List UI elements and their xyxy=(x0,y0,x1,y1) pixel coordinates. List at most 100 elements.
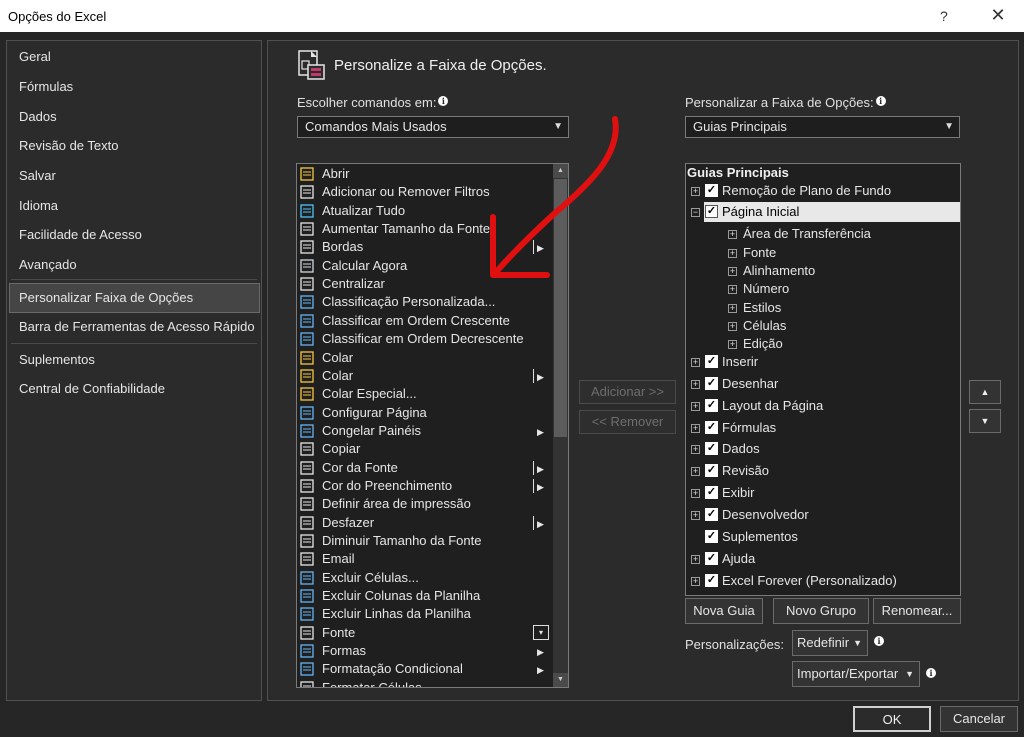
command-item[interactable]: Formas ▶ xyxy=(297,642,553,660)
checkbox[interactable]: ✓ xyxy=(705,552,718,565)
remove-button[interactable]: << Remover xyxy=(579,410,676,434)
ribbon-group-item[interactable]: + Fonte xyxy=(686,243,958,263)
command-item[interactable]: Formatação Condicional ▶ xyxy=(297,660,553,678)
command-item[interactable]: Classificar em Ordem Crescente xyxy=(297,312,553,330)
nav-item-barra-acesso-rapido[interactable]: Barra de Ferramentas de Acesso Rápido xyxy=(7,313,261,341)
expand-icon[interactable]: + xyxy=(691,380,700,389)
checkbox[interactable]: ✓ xyxy=(705,421,718,434)
command-item[interactable]: Excluir Linhas da Planilha xyxy=(297,605,553,623)
new-group-button[interactable]: Novo Grupo xyxy=(773,598,869,624)
expand-icon[interactable]: + xyxy=(691,424,700,433)
ribbon-tab-item[interactable]: + ✓ Revisão xyxy=(686,461,958,481)
command-item[interactable]: Definir área de impressão xyxy=(297,495,553,513)
ribbon-group-item[interactable]: + Número xyxy=(686,279,958,299)
command-item[interactable]: Configurar Página xyxy=(297,404,553,422)
ribbon-tab-item[interactable]: + ✓ Inserir xyxy=(686,352,958,372)
expand-icon[interactable]: + xyxy=(691,511,700,520)
ok-button[interactable]: OK xyxy=(853,706,931,732)
command-item[interactable]: Colar Especial... xyxy=(297,385,553,403)
nav-item-avancado[interactable]: Avançado xyxy=(7,251,261,279)
checkbox[interactable]: ✓ xyxy=(705,442,718,455)
ribbon-tab-item[interactable]: + ✓ Desenvolvedor xyxy=(686,505,958,525)
command-item[interactable]: Cor do Preenchimento ▶ xyxy=(297,477,553,495)
expand-icon[interactable]: + xyxy=(691,402,700,411)
ribbon-tab-item[interactable]: − ✓ Página Inicial xyxy=(691,202,960,222)
ribbon-group-item[interactable]: + Células xyxy=(686,316,958,336)
ribbon-tab-item[interactable]: + ✓ Exibir xyxy=(686,483,958,503)
expand-icon[interactable]: + xyxy=(691,187,700,196)
help-button[interactable]: ? xyxy=(940,8,948,24)
add-button[interactable]: Adicionar >> xyxy=(579,380,676,404)
command-item[interactable]: Copiar xyxy=(297,440,553,458)
expand-icon[interactable]: + xyxy=(728,304,737,313)
expand-icon[interactable]: + xyxy=(728,285,737,294)
expand-icon[interactable]: + xyxy=(728,249,737,258)
command-item[interactable]: Excluir Colunas da Planilha xyxy=(297,587,553,605)
command-item[interactable]: Colar xyxy=(297,349,553,367)
checkbox[interactable]: ✓ xyxy=(705,355,718,368)
import-export-dropdown[interactable]: Importar/Exportar ▼ xyxy=(792,661,920,687)
command-item[interactable]: Email xyxy=(297,550,553,568)
ribbon-group-item[interactable]: + Edição xyxy=(686,334,958,354)
nav-item-idioma[interactable]: Idioma xyxy=(7,192,261,220)
reset-dropdown[interactable]: Redefinir ▼ xyxy=(792,630,868,656)
command-item[interactable]: Congelar Painéis ▶ xyxy=(297,422,553,440)
ribbon-tab-item[interactable]: + ✓ Ajuda xyxy=(686,549,958,569)
nav-item-revisao-texto[interactable]: Revisão de Texto xyxy=(7,132,261,160)
nav-item-suplementos[interactable]: Suplementos xyxy=(7,346,261,374)
ribbon-group-item[interactable]: + Alinhamento xyxy=(686,261,958,281)
command-item[interactable]: Cor da Fonte ▶ xyxy=(297,459,553,477)
ribbon-tab-item[interactable]: + ✓ Dados xyxy=(686,439,958,459)
customize-ribbon-select[interactable]: Guias Principais ▼ xyxy=(685,116,960,138)
checkbox[interactable]: ✓ xyxy=(705,574,718,587)
new-tab-button[interactable]: Nova Guia xyxy=(685,598,763,624)
nav-item-central-confiabilidade[interactable]: Central de Confiabilidade xyxy=(7,375,261,403)
expand-icon[interactable]: + xyxy=(691,555,700,564)
move-down-button[interactable]: ▼ xyxy=(969,409,1001,433)
expand-icon[interactable]: + xyxy=(691,445,700,454)
checkbox[interactable]: ✓ xyxy=(705,530,718,543)
ribbon-tab-item[interactable]: + ✓ Desenhar xyxy=(686,374,958,394)
close-button[interactable]: ✕ xyxy=(988,5,1008,26)
checkbox[interactable]: ✓ xyxy=(705,464,718,477)
checkbox[interactable]: ✓ xyxy=(705,205,718,218)
command-item[interactable]: Excluir Células... xyxy=(297,569,553,587)
checkbox[interactable]: ✓ xyxy=(705,377,718,390)
collapse-icon[interactable]: − xyxy=(691,208,700,217)
expand-icon[interactable]: + xyxy=(728,267,737,276)
command-item[interactable]: Fonte ▾ xyxy=(297,624,553,642)
expand-icon[interactable]: + xyxy=(728,340,737,349)
ribbon-group-item[interactable]: + Estilos xyxy=(686,298,958,318)
command-item[interactable]: Classificar em Ordem Decrescente xyxy=(297,330,553,348)
checkbox[interactable]: ✓ xyxy=(705,399,718,412)
ribbon-tab-item[interactable]: + ✓ Fórmulas xyxy=(686,418,958,438)
nav-item-personalizar-faixa[interactable]: Personalizar Faixa de Opções xyxy=(9,283,260,313)
ribbon-group-item[interactable]: + Área de Transferência xyxy=(686,224,958,244)
scroll-down-icon[interactable]: ▼ xyxy=(553,673,568,687)
expand-icon[interactable]: + xyxy=(691,577,700,586)
expand-icon[interactable]: + xyxy=(691,489,700,498)
command-item[interactable]: Classificação Personalizada... xyxy=(297,293,553,311)
nav-item-salvar[interactable]: Salvar xyxy=(7,162,261,190)
rename-button[interactable]: Renomear... xyxy=(873,598,961,624)
expand-icon[interactable]: + xyxy=(691,358,700,367)
command-item[interactable]: Colar ▶ xyxy=(297,367,553,385)
ribbon-tab-item[interactable]: + ✓ Layout da Página xyxy=(686,396,958,416)
move-up-button[interactable]: ▲ xyxy=(969,380,1001,404)
checkbox[interactable]: ✓ xyxy=(705,508,718,521)
checkbox[interactable]: ✓ xyxy=(705,184,718,197)
checkbox[interactable]: ✓ xyxy=(705,486,718,499)
ribbon-tab-item[interactable]: + ✓ Remoção de Plano de Fundo xyxy=(686,181,958,201)
ribbon-tab-item[interactable]: ✓ Suplementos xyxy=(686,527,958,547)
command-item[interactable]: Formatar Células xyxy=(297,679,553,687)
ribbon-tabs-tree[interactable]: Guias Principais + ✓ Remoção de Plano de F… xyxy=(685,163,961,596)
nav-item-geral[interactable]: Geral xyxy=(7,43,261,71)
expand-icon[interactable]: + xyxy=(728,322,737,331)
expand-icon[interactable]: + xyxy=(691,467,700,476)
nav-item-facilidade-acesso[interactable]: Facilidade de Acesso xyxy=(7,221,261,249)
nav-item-dados[interactable]: Dados xyxy=(7,103,261,131)
command-item[interactable]: Desfazer ▶ xyxy=(297,514,553,532)
ribbon-tab-item[interactable]: + ✓ Excel Forever (Personalizado) xyxy=(686,571,958,591)
nav-item-formulas[interactable]: Fórmulas xyxy=(7,73,261,101)
cancel-button[interactable]: Cancelar xyxy=(940,706,1018,732)
